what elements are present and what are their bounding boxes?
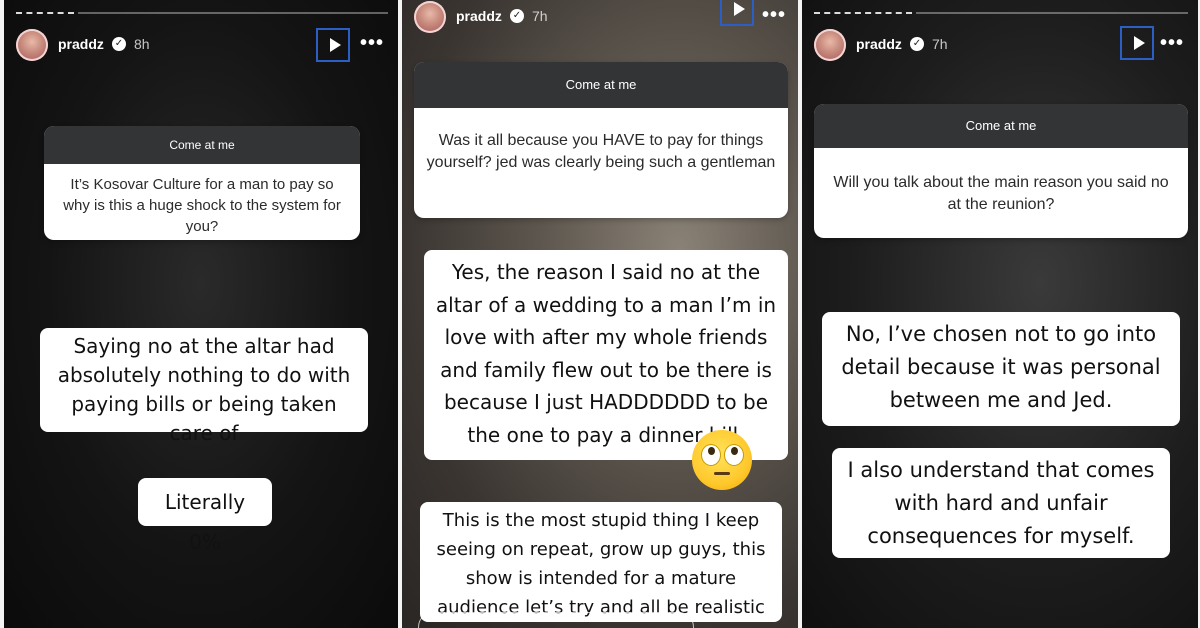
avatar[interactable] [414,1,446,33]
reply-input[interactable] [418,612,694,628]
avatar[interactable] [814,29,846,61]
verified-badge-icon: ✓ [510,9,524,23]
question-text: It’s Kosovar Culture for a man to pay so… [63,176,341,235]
story-progress-bar [16,12,388,15]
answer-sticker: Literally 0% [138,478,272,554]
eye-roll-emoji [692,430,752,490]
question-text: Was it all because you HAVE to pay for t… [426,132,776,171]
more-options-icon[interactable]: ••• [1160,32,1184,55]
more-options-icon[interactable]: ••• [360,32,384,55]
question-text: Will you talk about the main reason you … [833,174,1169,213]
story-panel-2: praddz ✓ 7h ••• Come at me Was it all be… [402,0,798,628]
question-header: Come at me [814,104,1188,148]
play-icon[interactable] [720,0,754,26]
play-icon[interactable] [316,28,350,62]
answer-sticker: This is the most stupid thing I keep see… [420,502,782,628]
answer-sticker: Yes, the reason I said no at the altar o… [424,250,788,460]
story-panel-1: praddz ✓ 8h ••• Come at me It’s Kosovar … [4,0,398,628]
post-time: 7h [932,36,948,52]
avatar[interactable] [16,29,48,61]
username[interactable]: praddz [856,36,902,52]
answer-sticker: I also understand that comes with hard a… [832,448,1170,558]
verified-badge-icon: ✓ [112,37,126,51]
username[interactable]: praddz [58,36,104,52]
verified-badge-icon: ✓ [910,37,924,51]
answer-sticker: No, I’ve chosen not to go into detail be… [822,312,1180,426]
post-time: 7h [532,8,548,24]
answer-sticker: Saying no at the altar had absolutely no… [40,328,368,445]
question-card: Come at me Will you talk about the main … [814,104,1188,238]
story-header: praddz ✓ 7h ••• [414,0,788,38]
more-options-icon[interactable]: ••• [762,4,786,27]
question-header: Come at me [44,126,360,164]
username[interactable]: praddz [456,8,502,24]
story-header: praddz ✓ 7h ••• [814,26,1188,66]
story-header: praddz ✓ 8h ••• [16,26,388,66]
question-card: Come at me It’s Kosovar Culture for a ma… [44,126,360,240]
play-icon[interactable] [1120,26,1154,60]
question-header: Come at me [414,62,788,108]
story-panel-3: praddz ✓ 7h ••• Come at me Will you talk… [802,0,1198,628]
question-card: Come at me Was it all because you HAVE t… [414,62,788,218]
story-progress-bar [814,12,1188,15]
post-time: 8h [134,36,150,52]
